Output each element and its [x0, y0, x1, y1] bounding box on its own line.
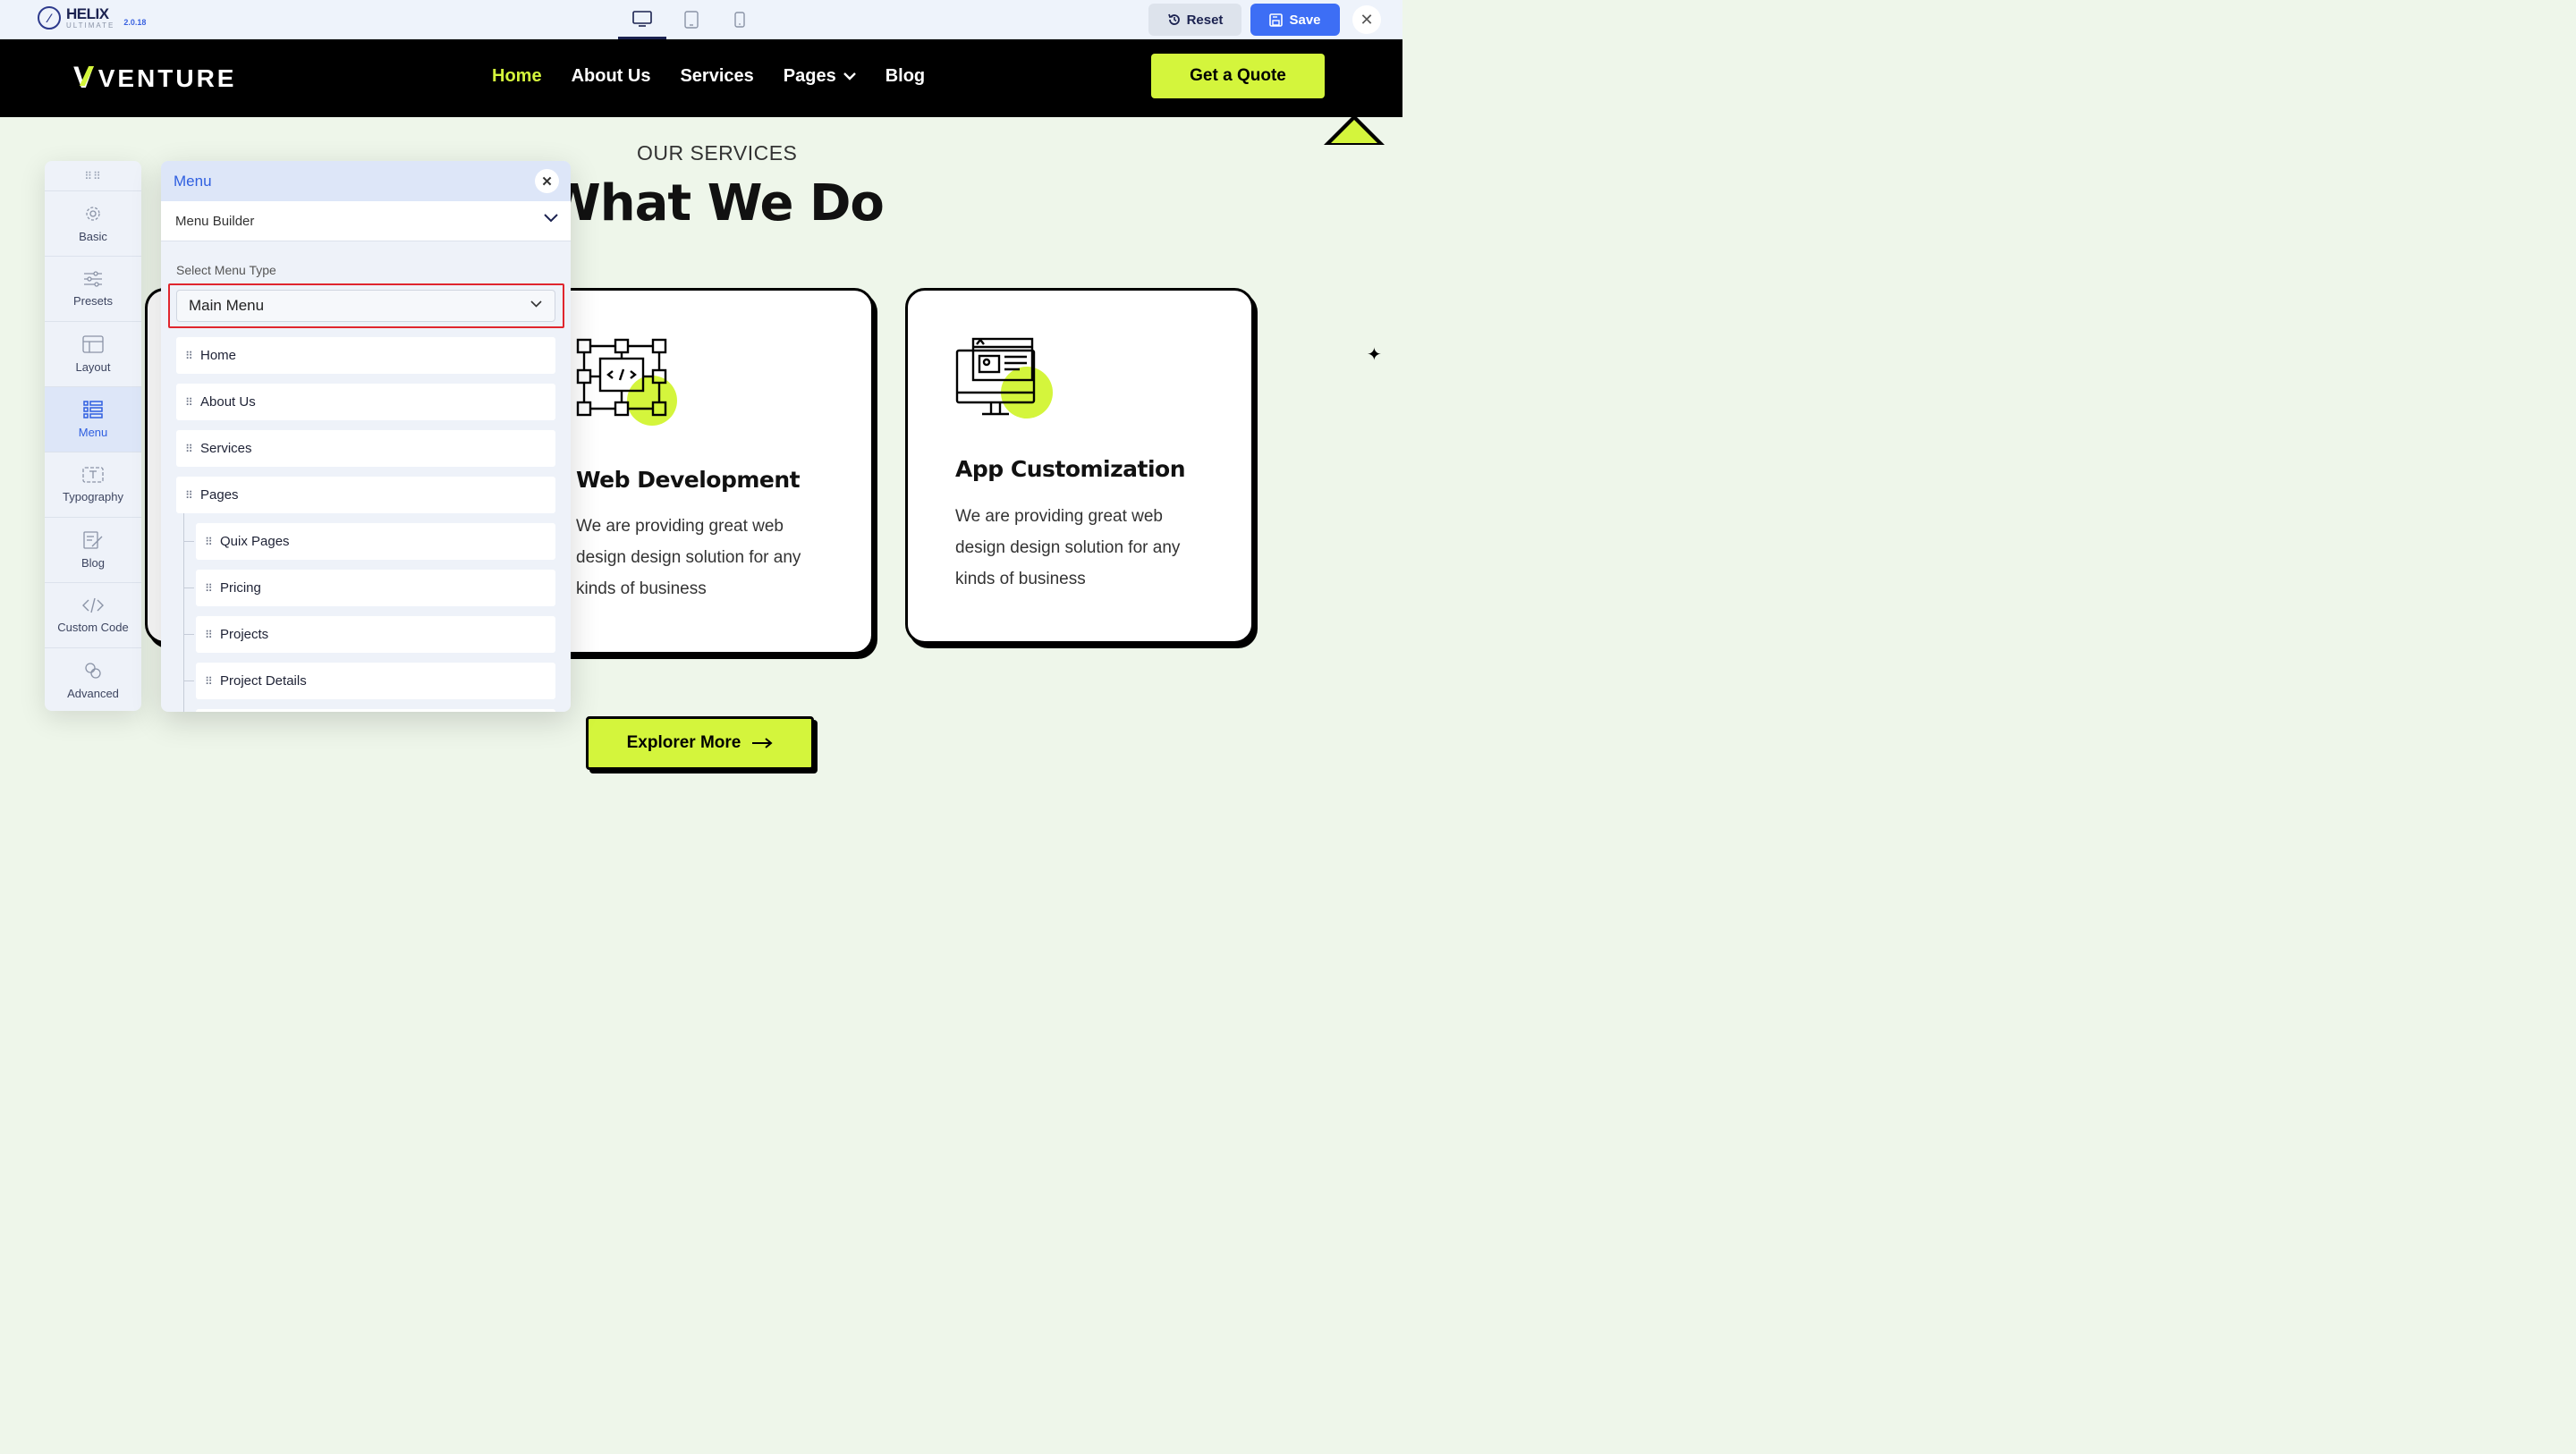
- drag-handle-icon[interactable]: ⠿: [205, 536, 213, 548]
- drag-handle-icon[interactable]: ⠿: [185, 396, 193, 409]
- tree-line: [183, 512, 184, 712]
- nav-services[interactable]: Services: [680, 66, 753, 87]
- card-text: We are providing great web design design…: [955, 507, 1181, 588]
- service-card-web-development: Web Development We are providing great w…: [546, 288, 874, 655]
- list-icon: [83, 400, 103, 418]
- mobile-view-button[interactable]: [716, 0, 764, 39]
- helix-logo-name: HELIX: [66, 4, 109, 22]
- decorative-triangle-fill: [1331, 120, 1377, 143]
- helix-logo-sub: ULTIMATE: [66, 21, 115, 30]
- text-icon: [82, 466, 104, 483]
- rail-item-menu[interactable]: Menu: [45, 387, 141, 452]
- menu-item-services[interactable]: ⠿ Services: [176, 430, 555, 467]
- nav-home[interactable]: Home: [492, 66, 542, 87]
- menu-settings-panel: Menu ✕ Menu Builder Select Menu Type Mai…: [161, 161, 571, 712]
- site-nav: Home About Us Services Pages Blog: [492, 66, 954, 87]
- sliders-icon: [84, 270, 102, 287]
- drag-handle-icon[interactable]: ⠿: [205, 582, 213, 595]
- advanced-icon: [85, 662, 101, 679]
- section-label: Menu Builder: [175, 213, 255, 229]
- reset-button[interactable]: Reset: [1148, 4, 1241, 36]
- reset-label: Reset: [1186, 12, 1224, 28]
- helix-version: 2.0.18: [123, 18, 147, 27]
- tablet-view-button[interactable]: [667, 0, 716, 39]
- panel-close-button[interactable]: ✕: [535, 169, 559, 193]
- menu-item-partial[interactable]: [196, 709, 555, 712]
- drag-handle-icon[interactable]: ⠿: [205, 675, 213, 688]
- tree-tick: [183, 634, 194, 635]
- card-text: We are providing great web design design…: [576, 517, 801, 598]
- rail-item-blog[interactable]: Blog: [45, 518, 141, 583]
- desktop-icon: [632, 10, 652, 27]
- rail-item-custom-code[interactable]: Custom Code: [45, 583, 141, 648]
- drag-handle-icon[interactable]: ⠿⠿: [45, 161, 141, 191]
- app-customization-icon: [955, 337, 1053, 418]
- web-development-icon: [576, 338, 677, 426]
- helix-sidebar-rail: ⠿⠿ Basic Presets Layout Menu Typography …: [45, 161, 141, 711]
- drag-handle-icon[interactable]: ⠿: [185, 489, 193, 502]
- menu-item-projects[interactable]: ⠿ Projects: [196, 616, 555, 653]
- section-subtitle: OUR SERVICES: [637, 141, 798, 165]
- helix-toolbar: ⁄ HELIX ULTIMATE 2.0.18 Reset Save ✕: [0, 0, 1402, 39]
- gear-icon: [86, 206, 100, 221]
- menu-item-project-details[interactable]: ⠿ Project Details: [196, 663, 555, 699]
- menu-item-pages[interactable]: ⠿ Pages: [176, 477, 555, 513]
- tablet-icon: [684, 11, 699, 29]
- tree-tick: [183, 541, 194, 542]
- rail-item-presets[interactable]: Presets: [45, 257, 141, 322]
- explorer-more-button[interactable]: Explorer More: [586, 716, 814, 770]
- rail-item-advanced[interactable]: Advanced: [45, 648, 141, 711]
- close-icon: ✕: [1360, 10, 1374, 29]
- save-icon: [1269, 13, 1284, 27]
- section-title: What We Do: [546, 174, 885, 232]
- save-label: Save: [1289, 12, 1321, 28]
- menu-builder-section[interactable]: Menu Builder: [161, 201, 571, 241]
- history-icon: [1167, 13, 1180, 25]
- site-logo-text: VENTURE: [97, 63, 237, 92]
- rail-item-typography[interactable]: Typography: [45, 452, 141, 518]
- desktop-view-button[interactable]: [618, 0, 666, 39]
- drag-handle-icon[interactable]: ⠿: [185, 350, 193, 362]
- menu-item-home[interactable]: ⠿ Home: [176, 337, 555, 374]
- close-icon: ✕: [541, 173, 553, 190]
- layout-icon: [82, 334, 104, 353]
- panel-title: Menu: [174, 172, 212, 190]
- helix-logo-icon: ⁄: [38, 6, 61, 30]
- helix-logo: ⁄ HELIX ULTIMATE 2.0.18: [38, 6, 146, 30]
- site-header: V VENTURE Home About Us Services Pages B…: [0, 39, 1402, 117]
- save-button[interactable]: Save: [1250, 4, 1340, 36]
- mobile-icon: [734, 12, 745, 28]
- close-editor-button[interactable]: ✕: [1352, 5, 1381, 34]
- site-logo[interactable]: V VENTURE: [73, 61, 236, 96]
- menu-item-quix-pages[interactable]: ⠿ Quix Pages: [196, 523, 555, 560]
- arrow-right-icon: [752, 738, 773, 748]
- menu-item-about-us[interactable]: ⠿ About Us: [176, 384, 555, 420]
- rail-item-layout[interactable]: Layout: [45, 322, 141, 387]
- rail-item-basic[interactable]: Basic: [45, 191, 141, 257]
- sparkle-icon: ✦: [1367, 345, 1382, 365]
- code-icon: [82, 597, 104, 613]
- edit-icon: [83, 530, 103, 549]
- site-logo-mark: V: [73, 61, 97, 95]
- drag-handle-icon[interactable]: ⠿: [205, 629, 213, 641]
- chevron-down-icon: [544, 214, 558, 223]
- panel-header: Menu ✕: [161, 161, 571, 201]
- get-a-quote-button[interactable]: Get a Quote: [1151, 54, 1325, 98]
- nav-about-us[interactable]: About Us: [572, 66, 651, 87]
- menu-item-pricing[interactable]: ⠿ Pricing: [196, 570, 555, 606]
- chevron-down-icon: [843, 72, 856, 80]
- service-card-app-customization: App Customization We are providing great…: [905, 288, 1254, 644]
- nav-blog[interactable]: Blog: [886, 66, 925, 87]
- nav-pages[interactable]: Pages: [784, 66, 856, 87]
- card-title: App Customization: [955, 456, 1186, 482]
- explorer-more-label: Explorer More: [626, 733, 741, 752]
- select-menu-type-label: Select Menu Type: [176, 263, 276, 277]
- highlight-box: [168, 283, 564, 328]
- drag-handle-icon[interactable]: ⠿: [185, 443, 193, 455]
- card-title: Web Development: [576, 467, 801, 493]
